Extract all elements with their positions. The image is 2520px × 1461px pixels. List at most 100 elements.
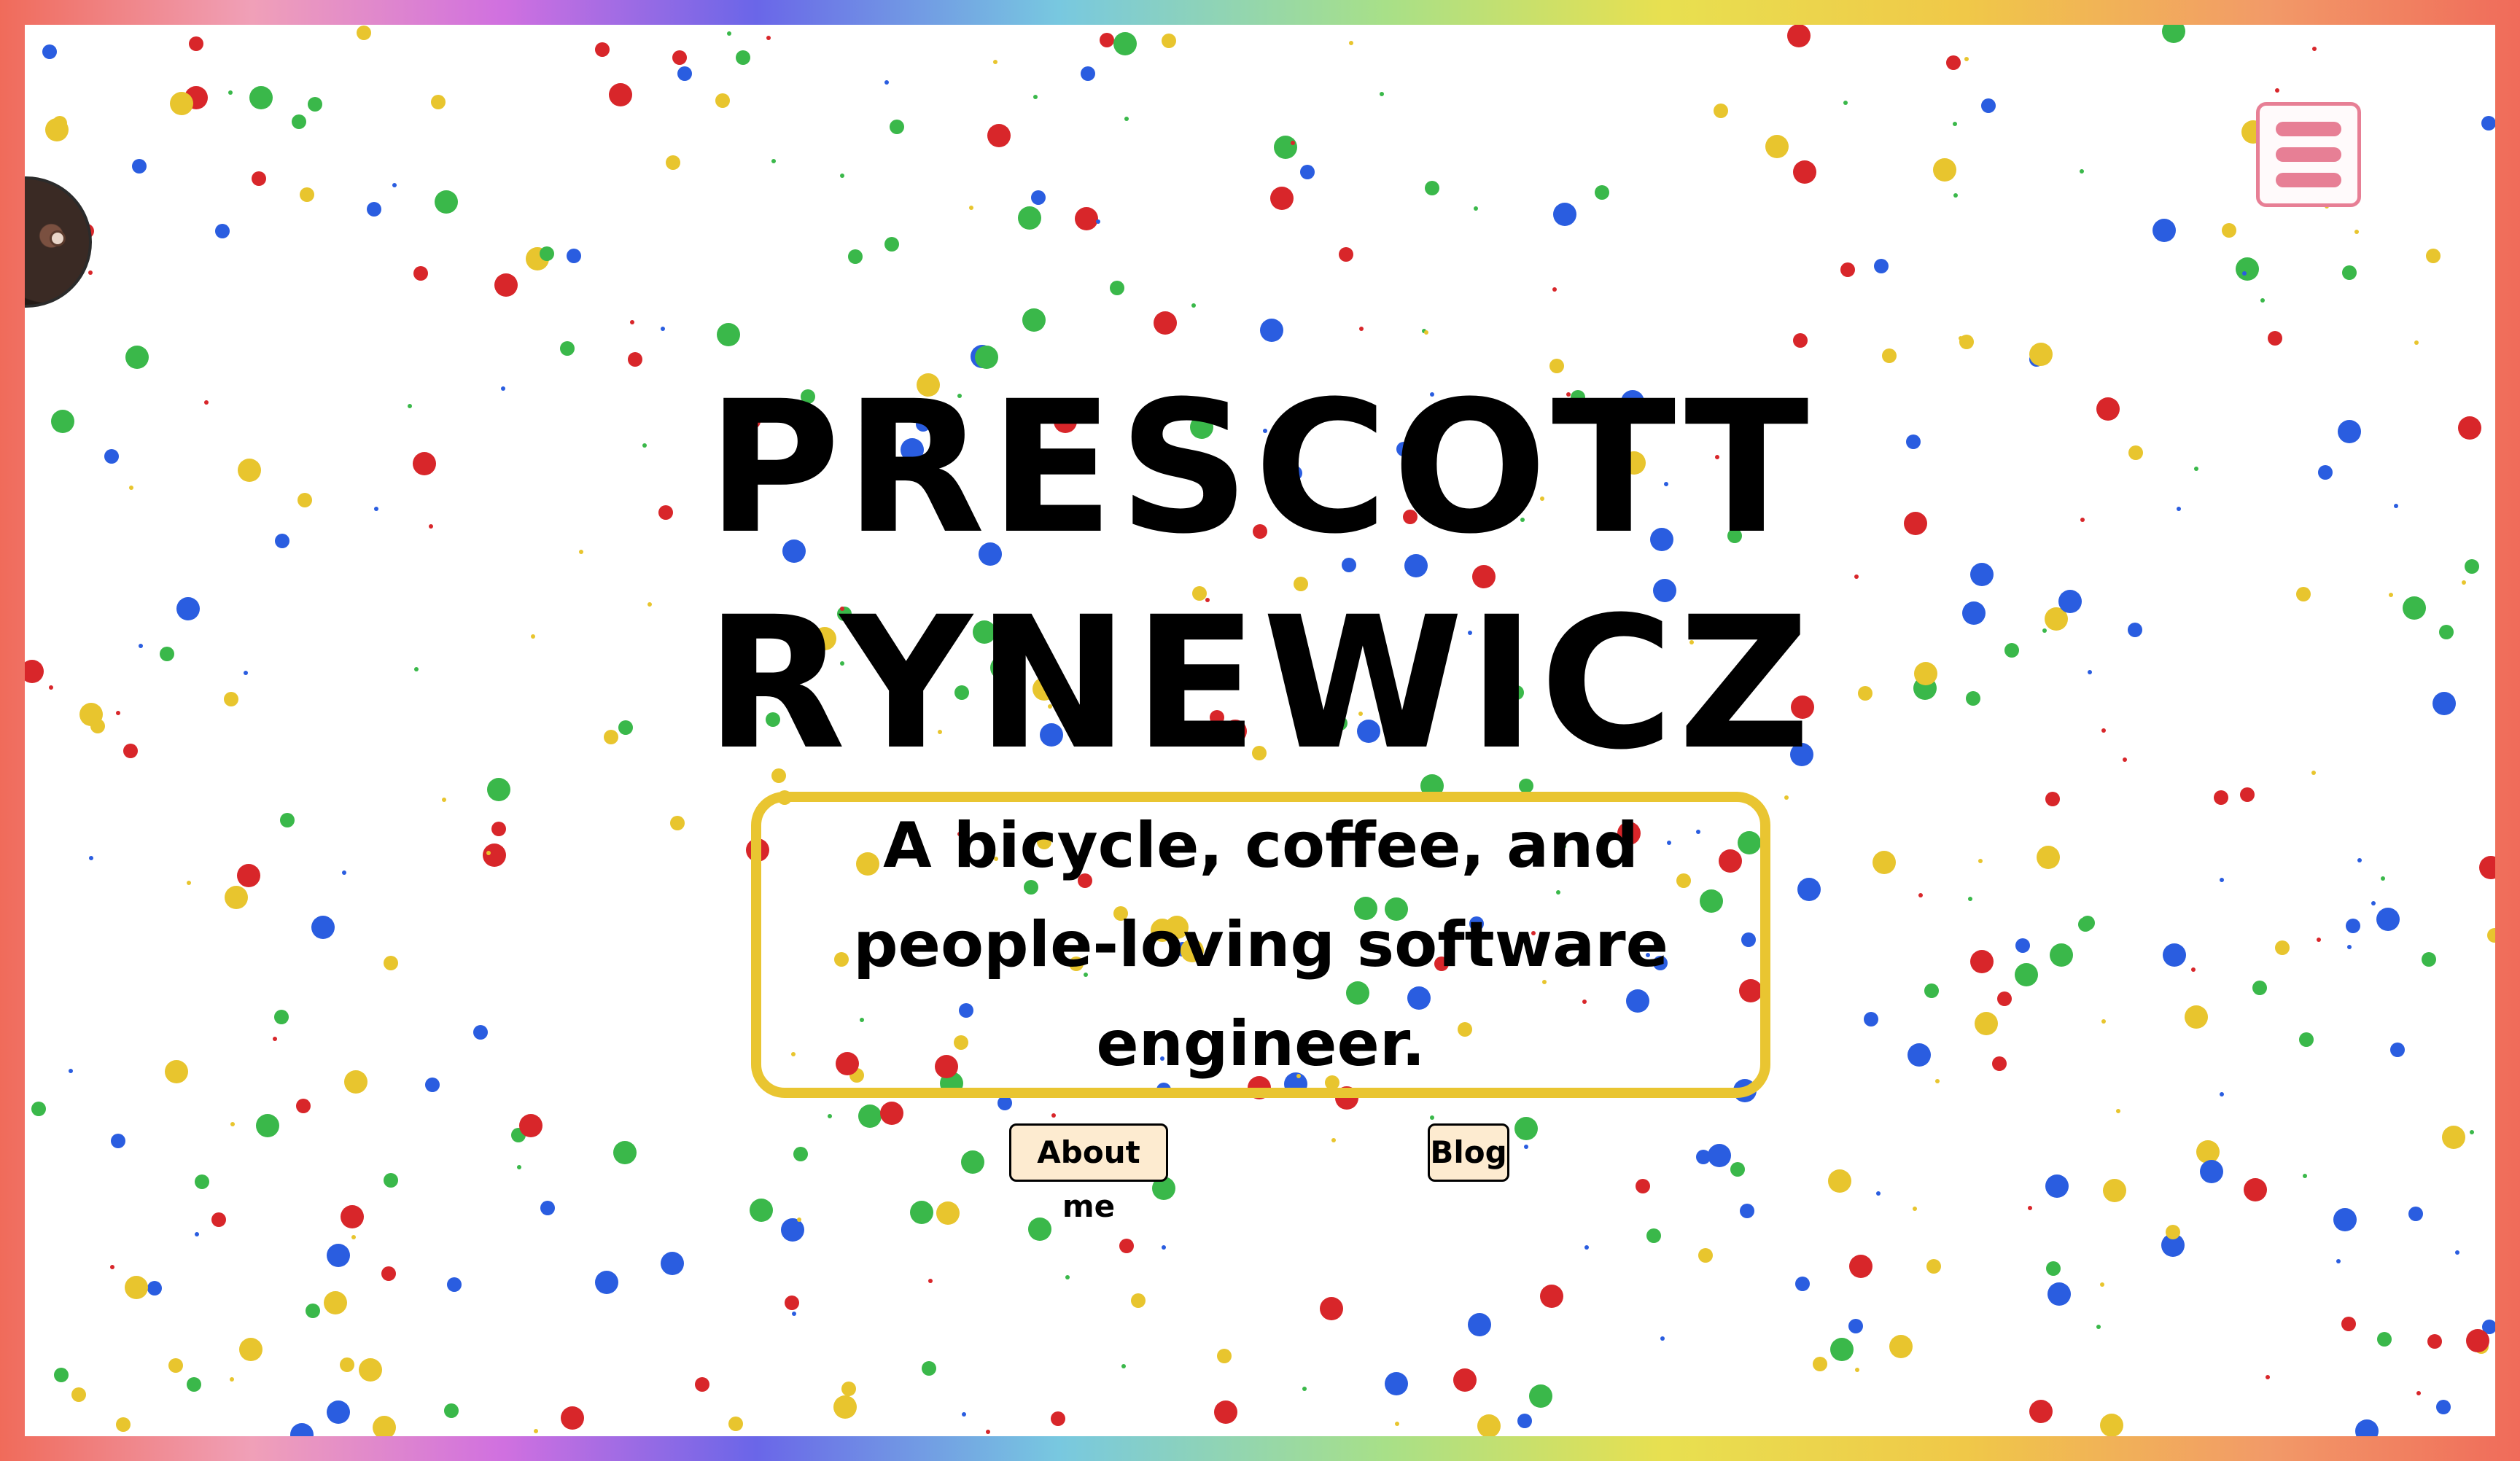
confetti-dot — [170, 92, 193, 115]
confetti-dot — [211, 1212, 226, 1227]
confetti-dot — [2266, 1375, 2270, 1379]
confetti-dot — [2220, 878, 2224, 882]
confetti-dot — [187, 1377, 201, 1392]
confetti-dot — [1797, 878, 1821, 901]
confetti-dot — [2196, 1140, 2220, 1164]
confetti-dot — [661, 1252, 684, 1275]
confetti-dot — [54, 1368, 69, 1382]
confetti-dot — [2200, 1160, 2223, 1183]
confetti-dot — [781, 1218, 804, 1242]
confetti-dot — [1051, 1411, 1065, 1426]
confetti-dot — [1795, 1277, 1810, 1291]
confetti-dot — [2487, 928, 2495, 943]
confetti-dot — [195, 1174, 209, 1189]
confetti-dot — [2354, 230, 2359, 234]
confetti-dot — [595, 1271, 618, 1294]
confetti-dot — [2152, 219, 2176, 242]
confetti-dot — [431, 95, 446, 109]
confetti-dot — [848, 249, 863, 264]
confetti-dot — [2355, 1419, 2379, 1436]
confetti-dot — [2479, 856, 2495, 879]
confetti-dot — [890, 120, 904, 134]
confetti-dot — [1552, 287, 1557, 292]
confetti-dot — [736, 50, 750, 65]
confetti-dot — [2244, 1178, 2267, 1201]
confetti-dot — [359, 1358, 382, 1382]
confetti-dot — [342, 870, 346, 875]
confetti-dot — [1453, 1368, 1477, 1392]
confetti-dot — [936, 1201, 960, 1225]
confetti-dot — [695, 1377, 709, 1392]
confetti-dot — [519, 1114, 542, 1137]
confetti-dot — [256, 1114, 279, 1137]
confetti-dot — [2214, 790, 2228, 805]
confetti-dot — [595, 42, 610, 57]
blog-button[interactable]: Blog — [1428, 1123, 1509, 1182]
confetti-dot — [2048, 1282, 2071, 1306]
confetti-dot — [1730, 1162, 1745, 1177]
confetti-dot — [1154, 311, 1177, 335]
confetti-dot — [1793, 160, 1816, 184]
menu-bar-middle — [2276, 147, 2341, 162]
confetti-dot — [1933, 158, 1956, 182]
confetti-dot — [969, 206, 973, 210]
confetti-dot — [670, 816, 685, 830]
confetti-dot — [1740, 1204, 1754, 1218]
confetti-dot — [1913, 1207, 1917, 1211]
confetti-dot — [728, 1417, 743, 1431]
confetti-dot — [2357, 858, 2362, 862]
confetti-dot — [2116, 1109, 2120, 1113]
confetti-dot — [324, 1291, 347, 1314]
confetti-dot — [1191, 303, 1196, 308]
confetti-dot — [237, 864, 260, 887]
confetti-dot — [1425, 181, 1439, 195]
confetti-dot — [1300, 165, 1315, 179]
menu-bar-bottom — [2276, 173, 2341, 187]
confetti-dot — [252, 171, 266, 186]
menu-bar-top — [2276, 122, 2341, 136]
confetti-dot — [473, 1025, 488, 1040]
confetti-dot — [88, 270, 93, 275]
confetti-dot — [1529, 1384, 1552, 1408]
about-me-button[interactable]: About me — [1009, 1123, 1168, 1224]
confetti-dot — [715, 93, 730, 108]
confetti-dot — [1096, 219, 1100, 224]
confetti-dot — [1162, 34, 1176, 48]
confetti-dot — [1595, 185, 1609, 200]
confetti-dot — [884, 237, 899, 252]
confetti-dot — [225, 886, 248, 909]
confetti-dot — [230, 1122, 235, 1126]
confetti-dot — [1978, 859, 1983, 863]
confetti-dot — [195, 1232, 199, 1236]
confetti-dot — [2045, 792, 2060, 806]
confetti-dot — [962, 1412, 966, 1417]
confetti-dot — [2390, 1043, 2405, 1057]
confetti-dot — [1395, 1422, 1399, 1426]
confetti-dot — [2426, 249, 2441, 263]
confetti-dot — [367, 202, 381, 217]
confetti-dot — [2166, 1225, 2180, 1239]
confetti-dot — [1524, 1145, 1528, 1149]
confetti-dot — [672, 50, 687, 65]
confetti-dot — [1874, 259, 1889, 273]
confetti-dot — [987, 124, 1011, 147]
confetti-dot — [961, 1150, 984, 1174]
confetti-dot — [31, 1102, 46, 1116]
hamburger-menu-button[interactable] — [2256, 102, 2361, 207]
confetti-dot — [2336, 1259, 2341, 1263]
confetti-dot — [274, 1010, 289, 1024]
confetti-dot — [560, 341, 575, 356]
confetti-dot — [1121, 1364, 1126, 1368]
confetti-dot — [71, 1387, 86, 1402]
confetti-dot — [2427, 1334, 2442, 1349]
confetti-dot — [1926, 1259, 1941, 1274]
confetti-dot — [357, 26, 371, 40]
confetti-dot — [1889, 1335, 1913, 1358]
confetti-dot — [2342, 265, 2357, 280]
confetti-dot — [187, 881, 191, 885]
confetti-dot — [1430, 1115, 1434, 1120]
confetti-dot — [1359, 327, 1364, 331]
confetti-dot — [1981, 98, 1996, 113]
confetti-dot — [384, 1173, 398, 1188]
confetti-dot — [880, 1102, 903, 1125]
